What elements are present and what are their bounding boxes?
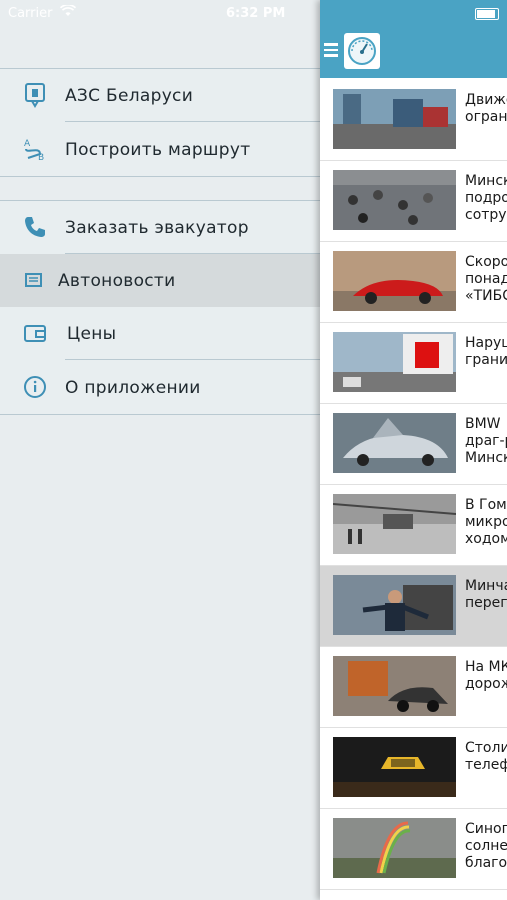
news-item[interactable]: Синоп солне благо (320, 809, 507, 890)
menu-item-prices[interactable]: Цены (0, 307, 320, 360)
news-thumbnail (333, 170, 456, 230)
menu-item-label: Построить маршрут (65, 140, 251, 160)
menu-group-navigation: АЗС Беларуси AB Построить маршрут (0, 68, 320, 177)
news-thumbnail (333, 737, 456, 797)
news-title: Столи телеф (465, 740, 507, 773)
news-item[interactable]: BMW драг-р Минск (320, 404, 507, 485)
news-thumbnail (333, 251, 456, 311)
menu-item-label: АЗС Беларуси (65, 86, 194, 106)
news-thumbnail (333, 656, 456, 716)
info-icon (22, 374, 48, 400)
route-icon: AB (22, 136, 48, 163)
menu-item-auto-news[interactable]: Автоновости (0, 254, 320, 307)
phone-icon (22, 214, 48, 240)
news-item[interactable]: Столи телеф (320, 728, 507, 809)
news-item[interactable]: Движе огран (320, 80, 507, 161)
menu-item-build-route[interactable]: AB Построить маршрут (0, 123, 320, 176)
news-thumbnail (333, 494, 456, 554)
news-title: Минча перег (465, 578, 507, 611)
navigation-bar (320, 0, 507, 78)
menu-group-services: Заказать эвакуатор Автоновости Цены О пр… (0, 200, 320, 415)
news-title: Минск подро сотру (465, 173, 507, 223)
news-item[interactable]: В Гом микро ходом (320, 485, 507, 566)
news-item[interactable]: Минск подро сотру (320, 161, 507, 242)
menu-item-tow-truck[interactable]: Заказать эвакуатор (0, 201, 320, 254)
menu-item-gas-stations[interactable]: АЗС Беларуси (0, 69, 320, 122)
news-item[interactable]: Скоро понад «ТИБС (320, 242, 507, 323)
news-item[interactable]: Наруш грани (320, 323, 507, 404)
side-menu: АЗС Беларуси AB Построить маршрут Заказа… (0, 0, 320, 900)
menu-item-label: О приложении (65, 378, 201, 398)
app-logo (344, 33, 380, 69)
svg-text:B: B (38, 153, 44, 162)
news-title: Скоро понад «ТИБС (465, 254, 507, 304)
gas-station-pin-icon (22, 82, 48, 108)
news-thumbnail (333, 413, 456, 473)
news-title: Движе огран (465, 92, 507, 125)
divider (65, 359, 320, 360)
news-panel[interactable]: Движе огран Минск подро сотру Скоро пона… (320, 0, 507, 900)
news-item[interactable]: На МК дорож (320, 647, 507, 728)
news-title: В Гом микро ходом (465, 497, 507, 547)
news-title: Наруш грани (465, 335, 507, 368)
menu-item-label: Цены (67, 324, 117, 344)
divider (65, 121, 320, 122)
svg-text:A: A (24, 139, 31, 149)
battery-icon (475, 8, 499, 20)
news-title: Синоп солне благо (465, 821, 507, 871)
news-title: BMW драг-р Минск (465, 416, 507, 466)
news-title: На МК дорож (465, 659, 507, 692)
menu-item-label: Заказать эвакуатор (65, 218, 249, 238)
hamburger-menu-icon[interactable] (324, 43, 338, 57)
menu-item-about[interactable]: О приложении (0, 361, 320, 414)
newspaper-icon (22, 267, 48, 293)
menu-item-label: Автоновости (58, 271, 176, 291)
news-thumbnail (333, 818, 456, 878)
news-list: Движе огран Минск подро сотру Скоро пона… (320, 80, 507, 890)
news-item[interactable]: Минча перег (320, 566, 507, 647)
news-thumbnail (333, 575, 456, 635)
news-thumbnail (333, 89, 456, 149)
wallet-icon (22, 320, 48, 346)
news-thumbnail (333, 332, 456, 392)
